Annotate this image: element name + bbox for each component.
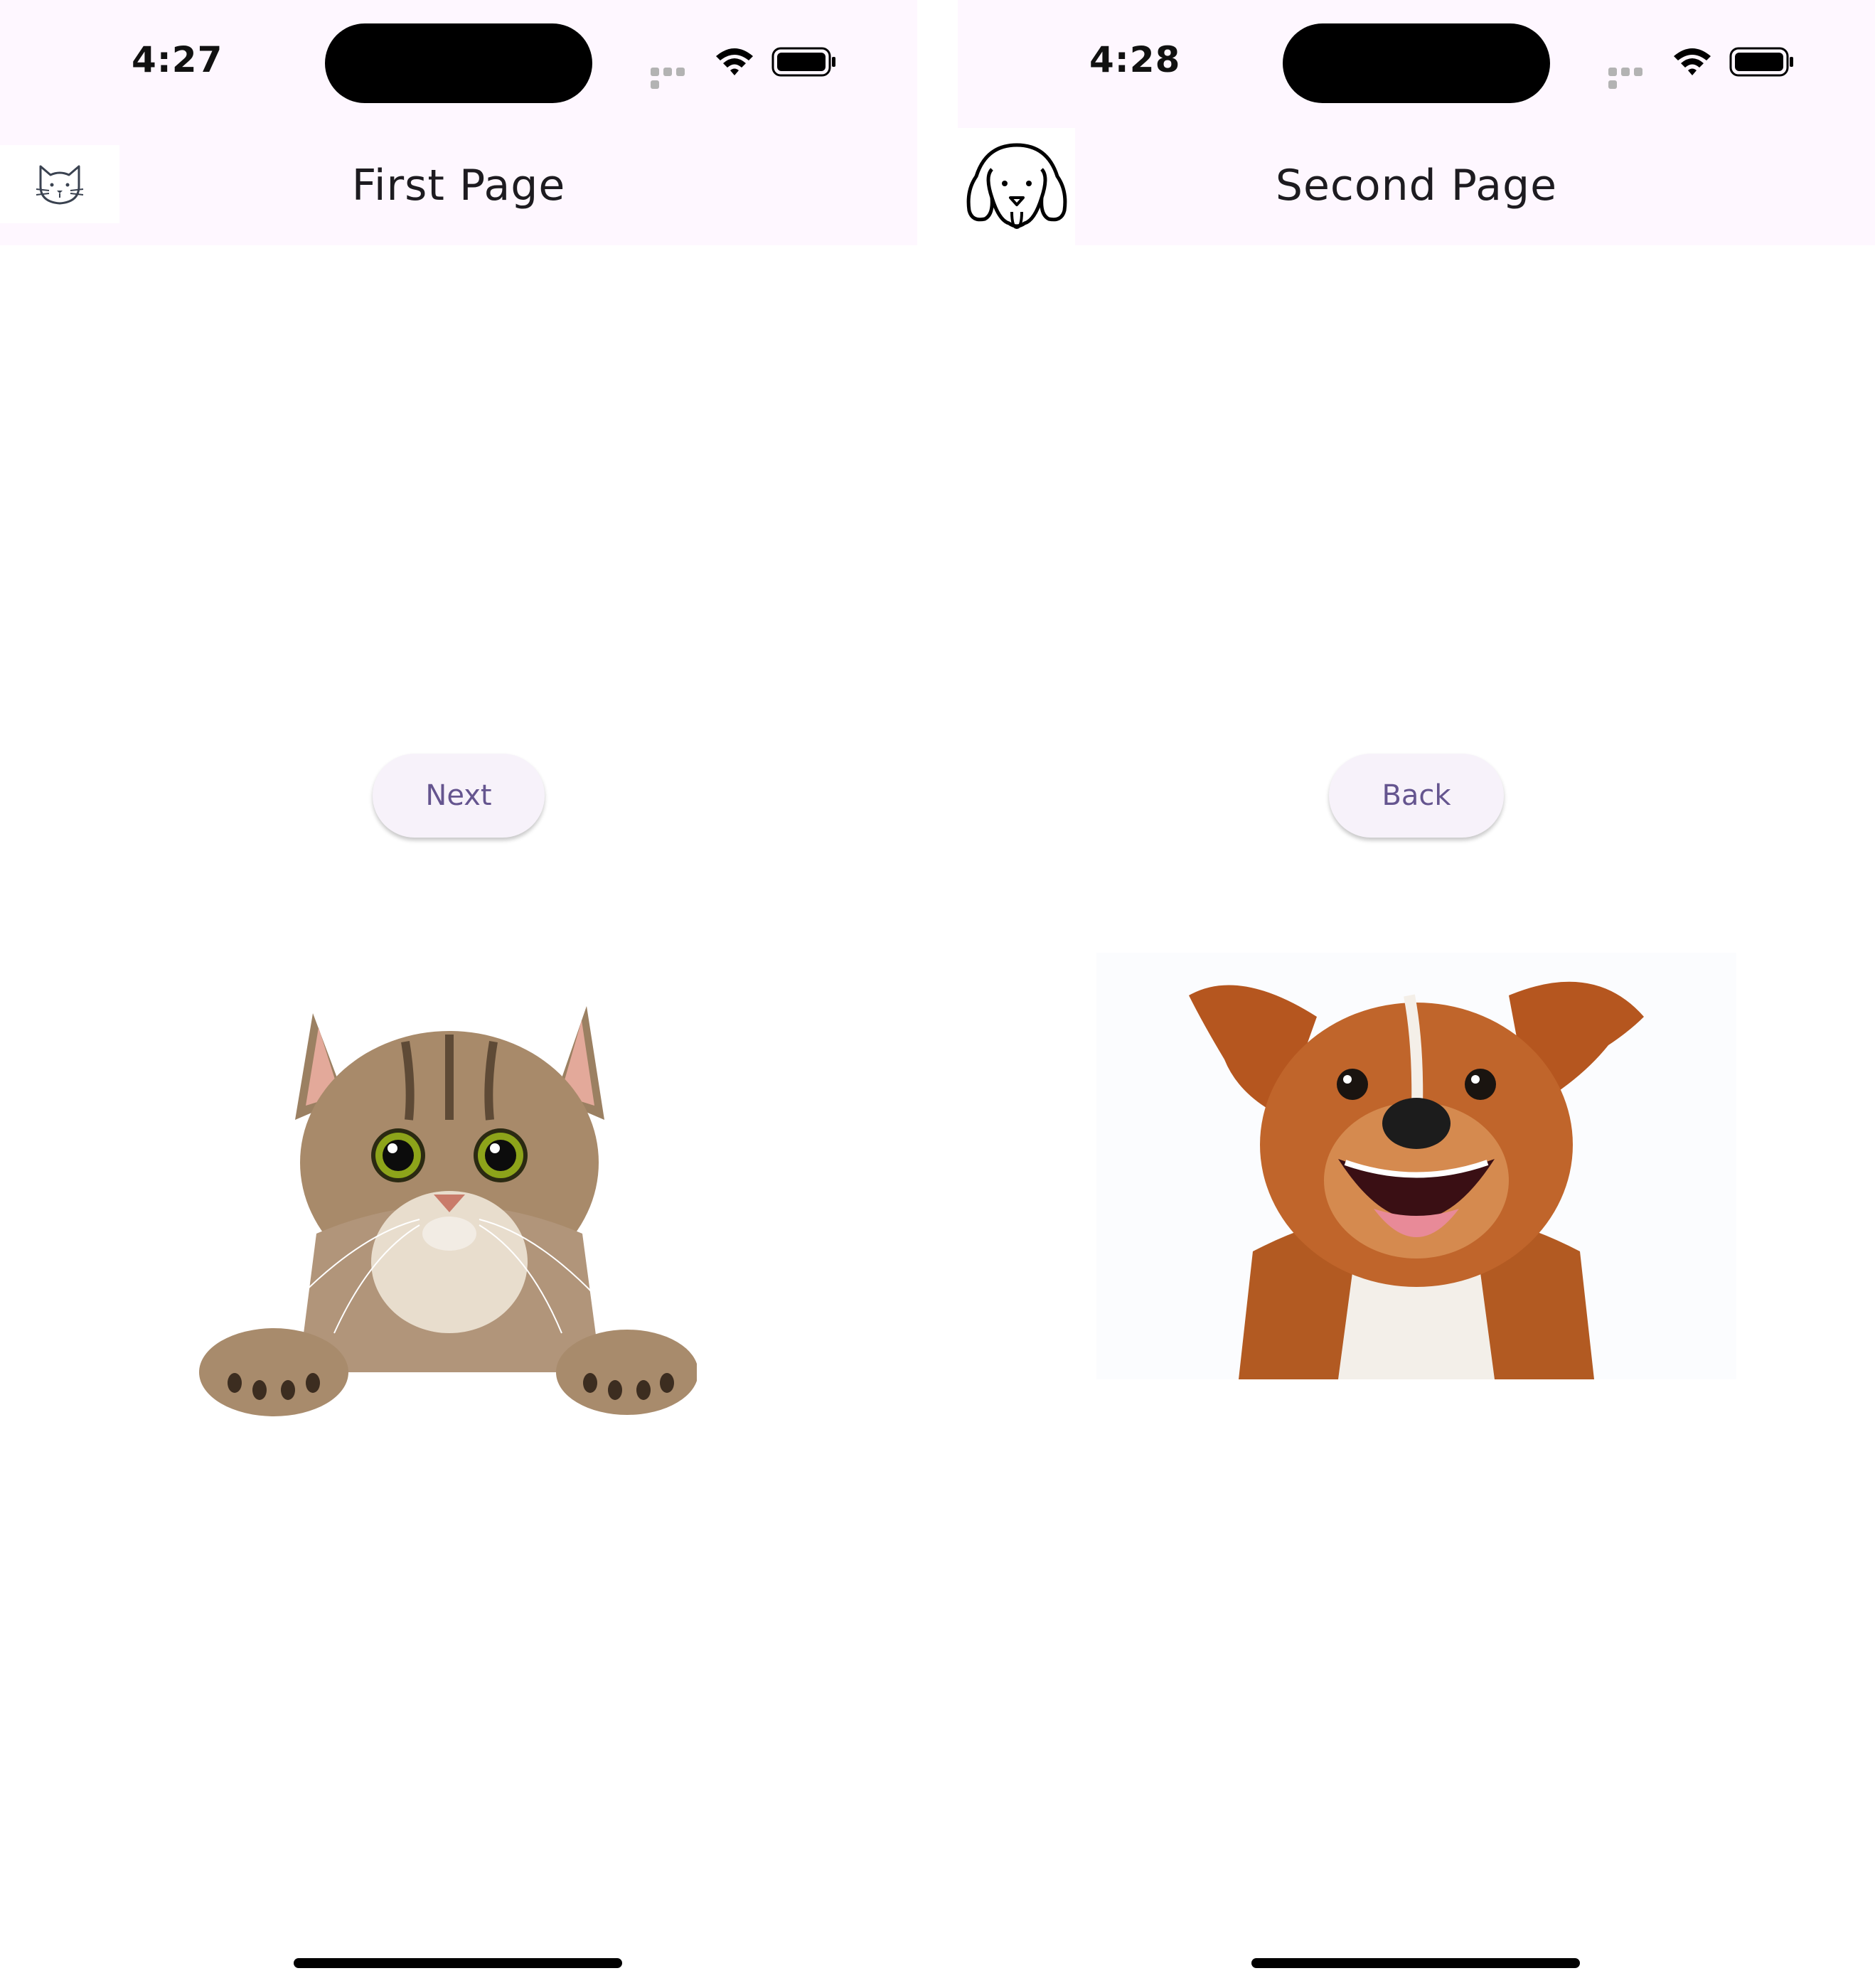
app-bar: Second Page [958, 128, 1875, 245]
battery-icon [771, 47, 835, 77]
battery-icon [1729, 47, 1793, 77]
status-bar: 4:27 [0, 0, 917, 135]
wifi-icon [716, 48, 753, 75]
first-page-screen: 4:27 First Page Next [0, 0, 917, 1988]
dynamic-island [325, 23, 592, 103]
status-time: 4:28 [1089, 39, 1181, 80]
status-time: 4:27 [132, 39, 223, 80]
next-button[interactable]: Next [373, 754, 545, 838]
cat-photo [199, 1006, 697, 1416]
page-title: Second Page [1275, 161, 1558, 210]
back-button[interactable]: Back [1329, 754, 1504, 838]
status-bar: 4:28 [958, 0, 1875, 135]
dynamic-island [1283, 23, 1550, 103]
home-indicator[interactable] [294, 1958, 622, 1968]
wifi-icon [1674, 48, 1711, 75]
second-page-screen: 4:28 Second Page Back [958, 0, 1875, 1988]
app-bar: First Page [0, 135, 917, 245]
cellular-signal-icon [651, 67, 700, 89]
cellular-signal-icon [1608, 67, 1658, 89]
page-title: First Page [351, 161, 566, 210]
dog-photo [1096, 953, 1736, 1379]
home-indicator[interactable] [1251, 1958, 1580, 1968]
